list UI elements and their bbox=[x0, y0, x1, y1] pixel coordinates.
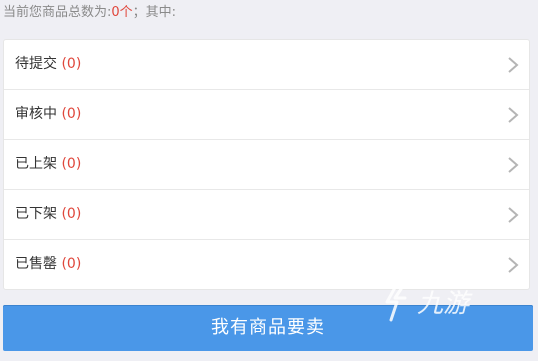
chevron-right-icon bbox=[508, 107, 519, 123]
status-list: 待提交 (0) 审核中 (0) 已上架 (0) 已下架 (0) 已售罄 (0) bbox=[3, 39, 530, 290]
chevron-right-icon bbox=[508, 257, 519, 273]
status-count: (0) bbox=[61, 256, 82, 272]
status-label: 已上架 (0) bbox=[15, 156, 82, 172]
summary-prefix: 当前您商品总数为: bbox=[3, 5, 112, 20]
watermark-text: 九游 bbox=[417, 289, 473, 319]
jiuyou-logo: 九游 bbox=[385, 282, 473, 322]
status-row-reviewing[interactable]: 审核中 (0) bbox=[4, 90, 529, 140]
status-count: (0) bbox=[61, 206, 82, 222]
chevron-right-icon bbox=[508, 157, 519, 173]
status-count: (0) bbox=[61, 156, 82, 172]
chevron-right-icon bbox=[508, 207, 519, 223]
status-label: 待提交 (0) bbox=[15, 56, 82, 72]
summary-suffix: ；其中: bbox=[132, 5, 177, 20]
status-row-delisted[interactable]: 已下架 (0) bbox=[4, 190, 529, 240]
status-row-listed[interactable]: 已上架 (0) bbox=[4, 140, 529, 190]
status-label: 已售罄 (0) bbox=[15, 256, 82, 272]
status-label: 审核中 (0) bbox=[15, 106, 82, 122]
product-count: 0个 bbox=[111, 5, 133, 20]
status-label: 已下架 (0) bbox=[15, 206, 82, 222]
status-row-pending[interactable]: 待提交 (0) bbox=[4, 40, 529, 90]
chevron-right-icon bbox=[508, 57, 519, 73]
status-count: (0) bbox=[61, 56, 82, 72]
product-count-summary: 当前您商品总数为:0个；其中: bbox=[3, 3, 176, 23]
status-count: (0) bbox=[61, 106, 82, 122]
